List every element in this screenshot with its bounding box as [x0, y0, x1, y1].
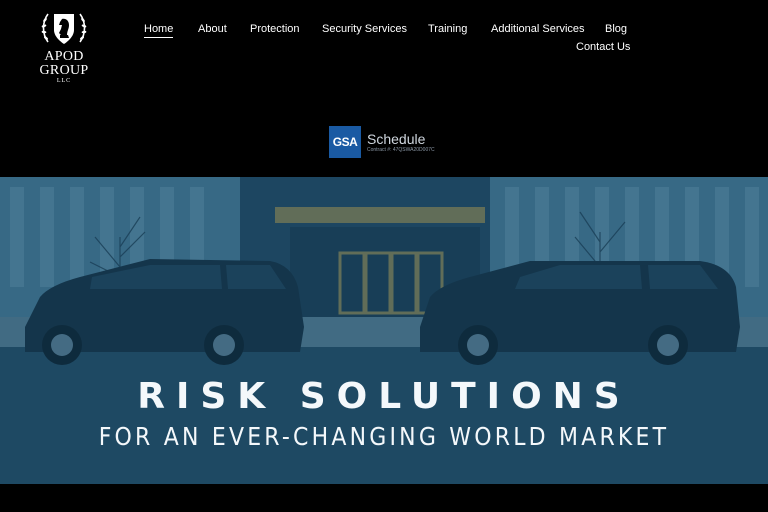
- gsa-schedule-badge[interactable]: GSA Schedule Contract #: 47QSWA20D007C: [329, 126, 435, 158]
- brand-name: APOD GROUP: [39, 49, 89, 78]
- nav-item-contact-us[interactable]: Contact Us: [576, 40, 630, 54]
- hero-headline: RISK SOLUTIONS: [137, 376, 631, 417]
- gsa-logo: GSA: [329, 126, 361, 158]
- knight-crest-icon: [41, 13, 87, 44]
- page-bottom-strip: [0, 484, 768, 512]
- brand-logo[interactable]: APOD GROUP LLC: [18, 8, 110, 84]
- nav-item-about[interactable]: About: [198, 22, 227, 36]
- gsa-schedule-label: Schedule: [367, 130, 426, 147]
- hero-subheadline: FOR AN EVER-CHANGING WORLD MARKET: [98, 423, 670, 452]
- nav-item-security-services[interactable]: Security Services: [322, 22, 407, 36]
- main-nav: Home About Protection Security Services …: [140, 22, 630, 62]
- nav-item-training[interactable]: Training: [428, 22, 467, 36]
- nav-item-additional-services[interactable]: Additional Services: [491, 22, 585, 36]
- nav-item-protection[interactable]: Protection: [250, 22, 300, 36]
- gsa-contract-number: Contract #: 47QSWA20D007C: [367, 146, 435, 153]
- hero-banner: RISK SOLUTIONS FOR AN EVER-CHANGING WORL…: [0, 177, 768, 484]
- nav-item-blog[interactable]: Blog: [605, 22, 627, 36]
- nav-item-home[interactable]: Home: [144, 22, 174, 38]
- brand-suffix: LLC: [56, 78, 72, 84]
